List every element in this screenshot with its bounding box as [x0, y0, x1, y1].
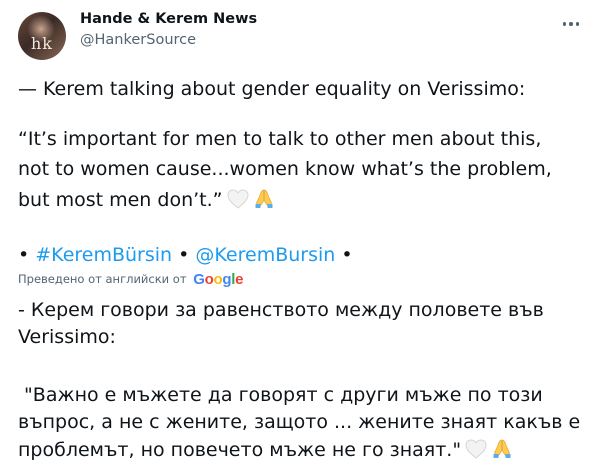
translated-text-line: - Керем говори за равенството между поло…	[18, 299, 544, 321]
tweet-quote-text: but most men don’t.”	[18, 189, 223, 211]
handle[interactable]: @HankerSource	[80, 32, 196, 48]
translated-text-line: проблемът, но повечето мъже не го знаят.…	[18, 437, 513, 466]
translated-text: проблемът, но повечето мъже не го знаят.…	[18, 439, 462, 461]
translated-text-line: Verissimo:	[18, 326, 116, 348]
white-heart-emoji	[465, 439, 487, 466]
tweet-card[interactable]: hk Hande & Kerem News @HankerSource — Ke…	[0, 0, 600, 466]
tweet-quote-line: not to women cause...women know what’s t…	[18, 158, 552, 180]
tweet-quote-line: but most men don’t.”	[18, 187, 275, 216]
white-heart-emoji	[226, 189, 249, 216]
bullet: •	[178, 244, 190, 266]
folded-hands-emoji	[491, 437, 513, 466]
mention-link[interactable]: @KeremBursin	[195, 244, 335, 266]
bullet: •	[18, 244, 30, 266]
hashtag-line: • #KeremBürsin • @KeremBursin •	[18, 243, 353, 268]
more-options-button[interactable]	[556, 10, 586, 38]
bullet: •	[341, 244, 353, 266]
more-horizontal-icon	[562, 22, 580, 26]
translated-text-line: въпрос, а не с жените, защото ... жените…	[18, 411, 581, 433]
google-logo: Google	[193, 271, 244, 288]
hashtag-link[interactable]: #KeremBürsin	[35, 244, 172, 266]
avatar-monogram: hk	[31, 34, 53, 53]
avatar[interactable]: hk	[18, 12, 66, 60]
translation-label: Преведено от английски от	[18, 272, 187, 286]
tweet-text-line: — Kerem talking about gender equality on…	[18, 78, 526, 100]
translated-text-line: "Важно е мъжете да говорят с други мъже …	[18, 384, 543, 406]
display-name[interactable]: Hande & Kerem News	[80, 11, 257, 27]
folded-hands-emoji	[253, 187, 275, 216]
translation-attribution[interactable]: Преведено от английски от Google	[18, 271, 243, 288]
tweet-quote-line: “It’s important for men to talk to other…	[18, 128, 542, 150]
